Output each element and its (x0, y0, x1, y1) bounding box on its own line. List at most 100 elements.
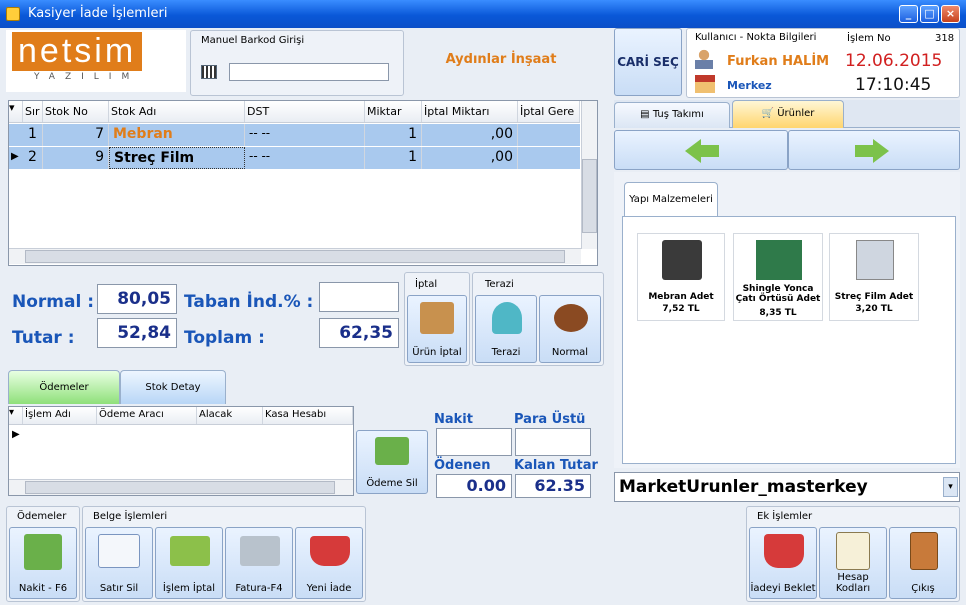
col-kasa-hesabi[interactable]: Kasa Hesabı (263, 407, 353, 424)
normal-label-btn: Normal (551, 347, 589, 358)
box-cancel-icon (420, 302, 454, 334)
barcode-input[interactable] (229, 63, 389, 81)
keyboard-icon: ▤ (640, 109, 653, 120)
para-ustu-value (515, 428, 591, 456)
tutar-label: Tutar : (12, 328, 75, 348)
odeme-sil-label: Ödeme Sil (366, 478, 418, 489)
chevron-down-icon[interactable]: ▾ (943, 477, 958, 497)
products-grid: Mebran Adet 7,52 TL Shingle Yonca Çatı Ö… (622, 216, 956, 464)
product-tile[interactable]: Shingle Yonca Çatı Örtüsü Adet 8,35 TL (733, 233, 823, 321)
tab-stok-detay[interactable]: Stok Detay (120, 370, 226, 404)
yeni-iade-button[interactable]: Yeni İade (295, 527, 363, 599)
header-arrow[interactable]: ▾ (9, 407, 23, 424)
checklist-icon (836, 532, 870, 570)
prev-page-button[interactable] (614, 130, 788, 170)
urun-iptal-button[interactable]: Ürün İptal (407, 295, 467, 363)
location: Merkez (727, 79, 772, 92)
normal-label: Normal : (12, 292, 95, 312)
nakit-input[interactable] (436, 428, 512, 456)
next-page-button[interactable] (788, 130, 960, 170)
odenen-value: 0.00 (436, 474, 512, 498)
col-miktar[interactable]: Miktar (365, 101, 422, 122)
belge-group-title: Belge İşlemleri (93, 511, 168, 522)
product-tile[interactable]: Mebran Adet 7,52 TL (637, 233, 725, 321)
table-row[interactable]: ▶ 2 9 Streç Film -- -- 1 ,00 (9, 147, 580, 169)
table-row[interactable]: 1 7 Mebran -- -- 1 ,00 (9, 124, 580, 146)
horizontal-scrollbar[interactable] (9, 479, 353, 495)
tab-tus-label: Tuş Takımı (652, 109, 704, 120)
cari-sec-button[interactable]: CARİ SEÇ (614, 28, 682, 96)
satir-sil-label: Satır Sil (99, 583, 139, 594)
iadeyi-beklet-label: İadeyi Beklet (750, 583, 816, 594)
hazelnut-icon (554, 304, 588, 332)
close-button[interactable]: × (941, 5, 960, 23)
nakit-button-label: Nakit - F6 (18, 583, 68, 594)
window-title: Kasiyer İade İşlemleri (28, 6, 168, 21)
islem-iptal-button[interactable]: İşlem İptal (155, 527, 223, 599)
yeni-iade-label: Yeni İade (306, 583, 352, 594)
basket-cancel-icon (170, 536, 210, 566)
nakit-button[interactable]: Nakit - F6 (9, 527, 77, 599)
odenen-label: Ödenen (434, 458, 491, 473)
iadeyi-beklet-button[interactable]: İadeyi Beklet (749, 527, 817, 599)
product-tile[interactable]: Streç Film Adet 3,20 TL (829, 233, 919, 321)
horizontal-scrollbar[interactable] (9, 248, 581, 264)
totals-panel: Normal : 80,05 Tutar : 52,84 Taban İnd.%… (8, 272, 404, 366)
col-odeme-araci[interactable]: Ödeme Aracı (97, 407, 197, 424)
product-name: Shingle Yonca Çatı Örtüsü Adet (735, 284, 821, 304)
satir-sil-button[interactable]: Satır Sil (85, 527, 153, 599)
para-ustu-label: Para Üstü (514, 412, 586, 427)
terazi-label: Terazi (491, 347, 521, 358)
scroll-thumb[interactable] (582, 159, 597, 233)
col-stok-no[interactable]: Stok No (43, 101, 109, 122)
grid-header: ▾ Sır Stok No Stok Adı DST Miktar İptal … (9, 101, 580, 123)
tab-yapi-malzemeleri[interactable]: Yapı Malzemeleri (624, 182, 718, 216)
scroll-thumb[interactable] (25, 481, 335, 494)
arrow-left-shaft (701, 145, 719, 157)
header-arrow[interactable]: ▾ (9, 101, 23, 122)
maximize-button[interactable]: □ (920, 5, 939, 23)
col-alacak[interactable]: Alacak (197, 407, 263, 424)
islem-no: 318 (935, 33, 955, 44)
tab-tus-takimi[interactable]: ▤ Tuş Takımı (614, 102, 730, 128)
scale-icon (492, 302, 522, 334)
col-stok-adi[interactable]: Stok Adı (109, 101, 245, 122)
col-iptal-gere[interactable]: İptal Gere (518, 101, 580, 122)
taban-label: Taban İnd.% : (184, 292, 314, 312)
product-db-select[interactable]: MarketUrunler_masterkey ▾ (614, 472, 960, 502)
islem-no-label: İşlem No (847, 33, 891, 44)
user-name: Furkan HALİM (727, 54, 830, 69)
col-sira[interactable]: Sır (23, 101, 43, 122)
row-stok-no: 9 (43, 147, 109, 169)
kalan-label: Kalan Tutar (514, 458, 598, 473)
toplam-label: Toplam : (184, 328, 265, 348)
fatura-button[interactable]: Fatura-F4 (225, 527, 293, 599)
taban-input[interactable] (319, 282, 399, 312)
iptal-title: İptal (415, 279, 438, 290)
col-dst[interactable]: DST (245, 101, 365, 122)
col-iptal-miktari[interactable]: İptal Miktarı (422, 101, 518, 122)
payment-grid-header: ▾ İşlem Adı Ödeme Aracı Alacak Kasa Hesa… (9, 407, 353, 425)
hesap-kodlari-button[interactable]: Hesap Kodları (819, 527, 887, 599)
nakit-label: Nakit (434, 412, 473, 427)
time: 17:10:45 (855, 75, 932, 95)
current-row-icon: ▶ (12, 429, 20, 440)
terazi-button[interactable]: Terazi (475, 295, 537, 363)
tab-urunler-label: Ürünler (777, 108, 815, 119)
tab-urunler[interactable]: 🛒 Ürünler (732, 100, 844, 128)
row-stok-adi: Mebran (109, 124, 245, 146)
row-miktar: 1 (365, 124, 422, 146)
normal-button[interactable]: Normal (539, 295, 601, 363)
scroll-thumb[interactable] (25, 250, 565, 263)
home-icon (695, 75, 715, 93)
cikis-button[interactable]: Çıkış (889, 527, 957, 599)
vertical-scrollbar[interactable] (581, 101, 597, 249)
minimize-button[interactable]: _ (899, 5, 918, 23)
arrow-right-icon (873, 139, 889, 163)
odeme-sil-button[interactable]: Ödeme Sil (356, 430, 428, 494)
title-bar: Kasiyer İade İşlemleri _ □ × (0, 0, 966, 28)
tab-odemeler[interactable]: Ödemeler (8, 370, 120, 404)
col-islem-adi[interactable]: İşlem Adı (23, 407, 97, 424)
arrow-left-icon (685, 139, 701, 163)
row-dst: -- -- (245, 124, 365, 146)
